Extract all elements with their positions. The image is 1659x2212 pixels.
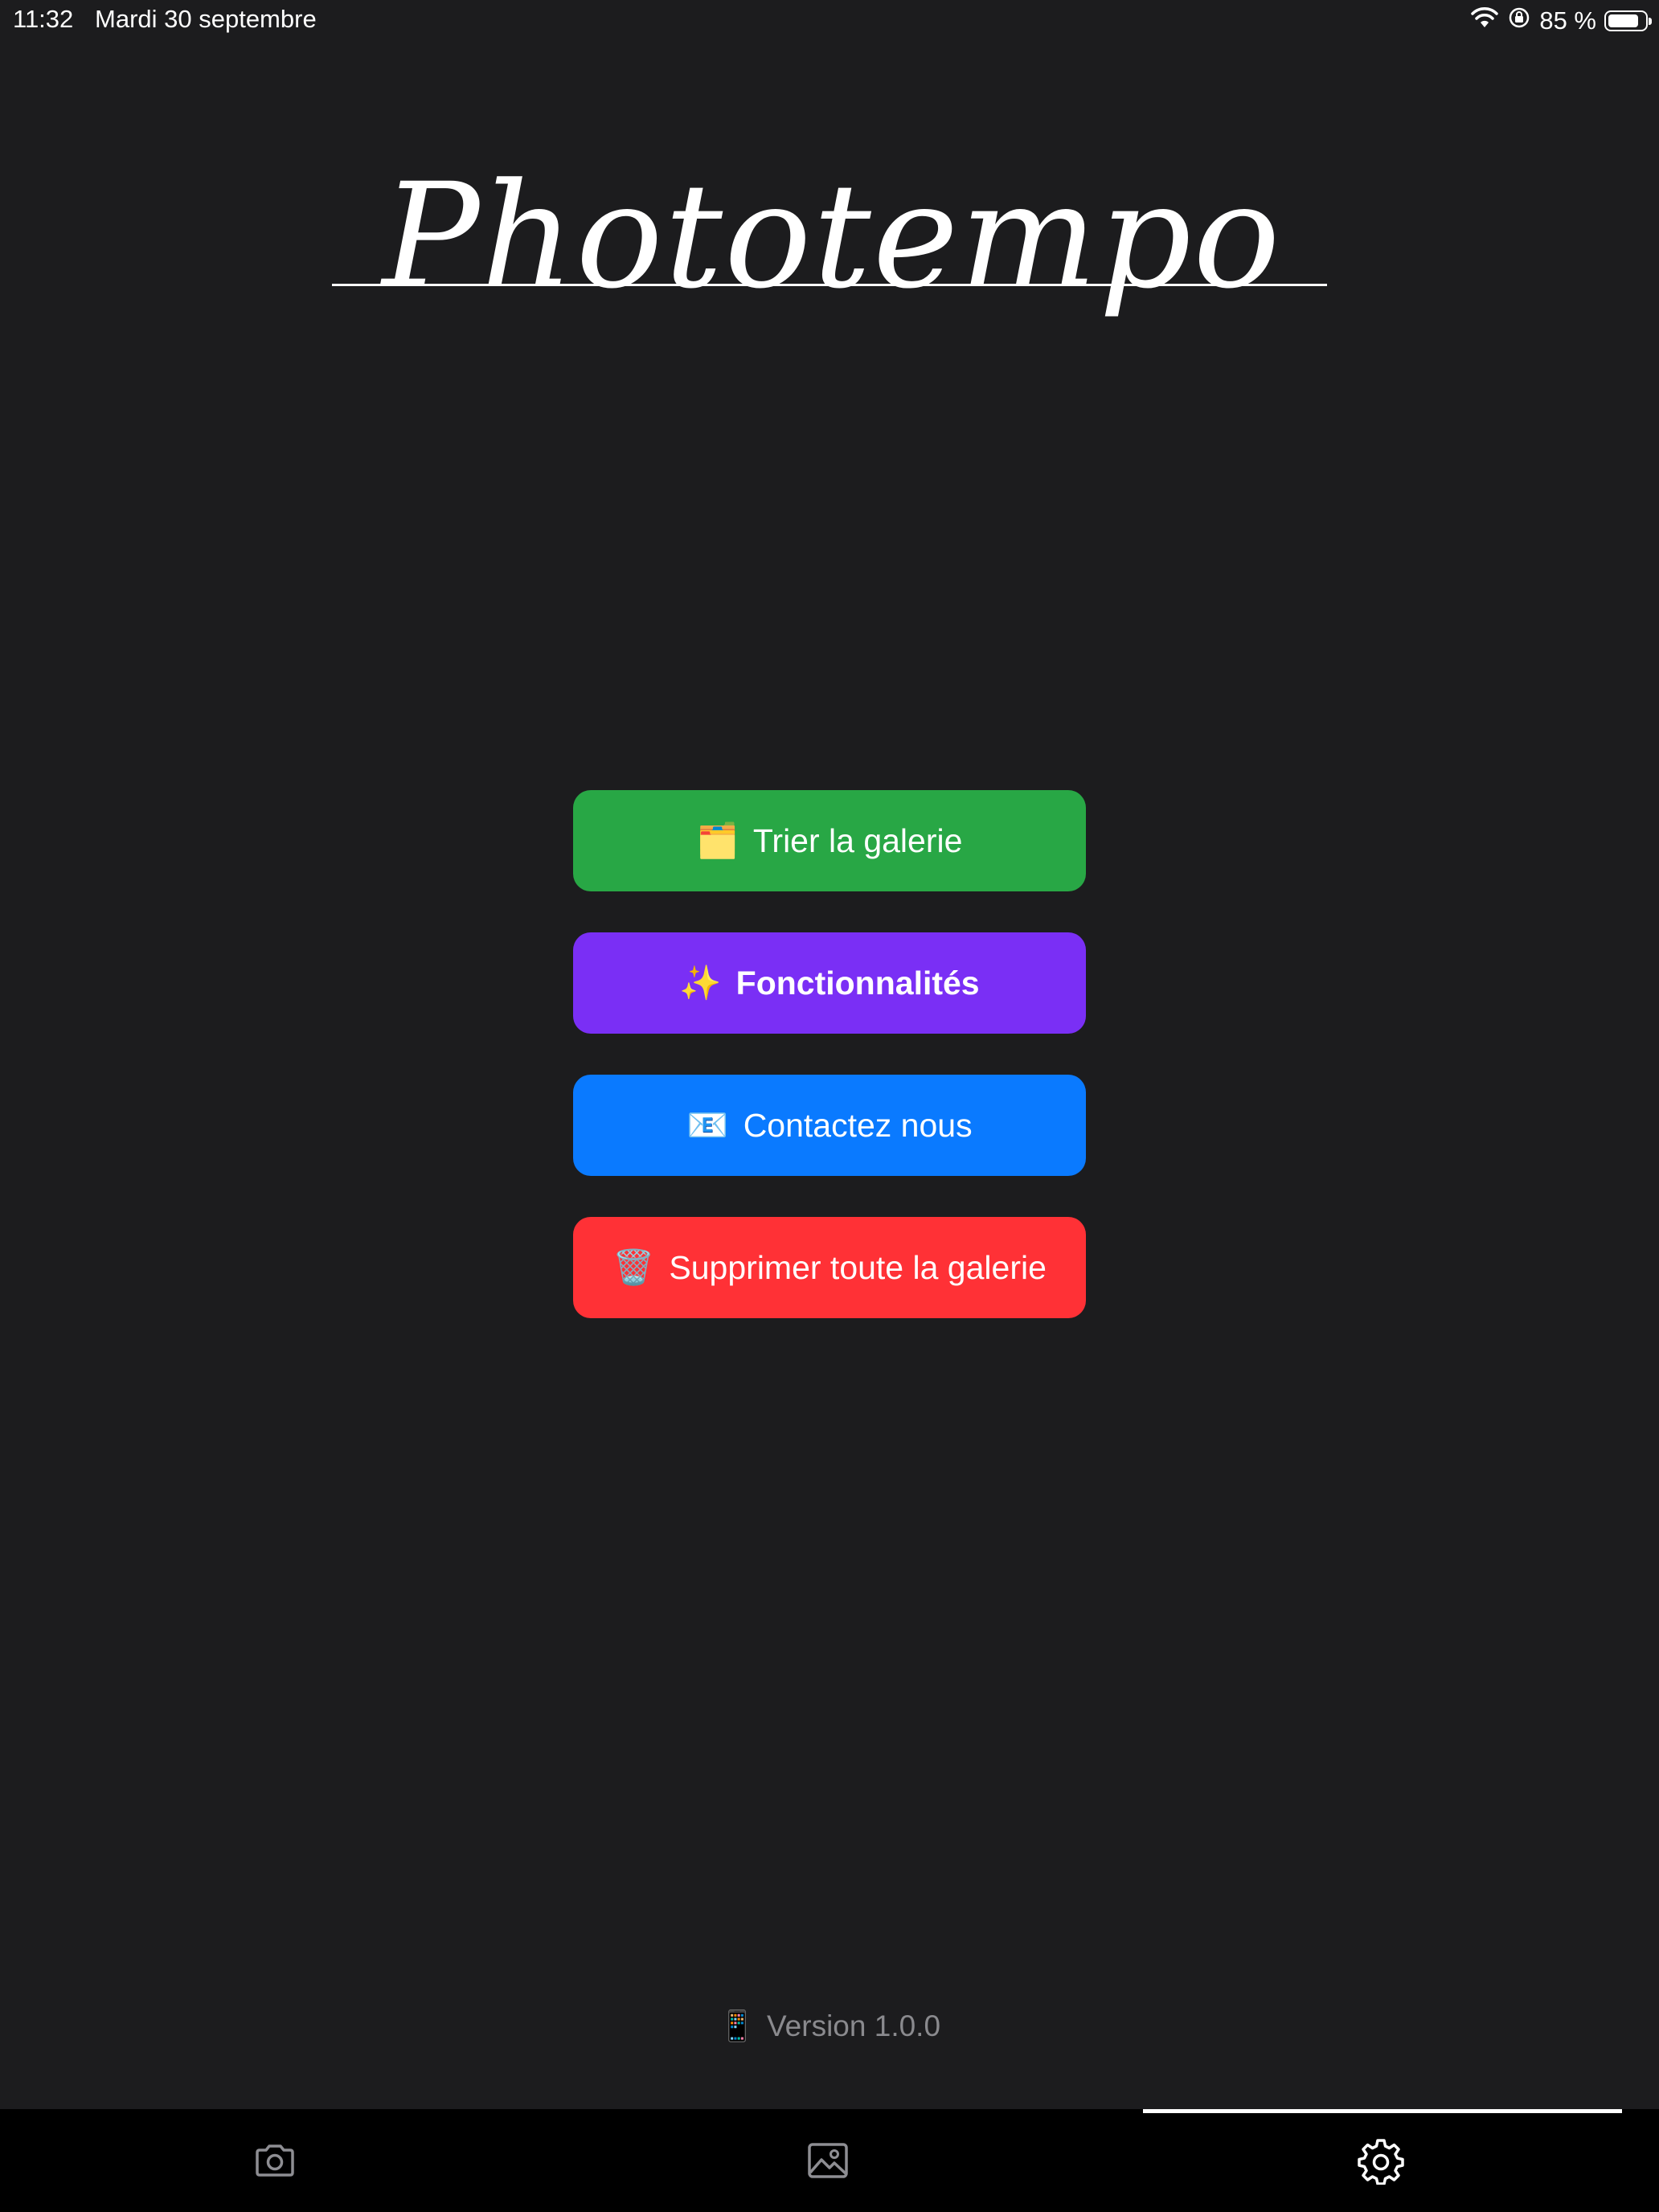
orientation-lock-icon bbox=[1507, 6, 1531, 36]
features-label: Fonctionnalités bbox=[735, 964, 980, 1002]
status-time: 11:32 bbox=[13, 5, 74, 33]
version-label: Version 1.0.0 bbox=[767, 2009, 941, 2042]
email-icon: 📧 bbox=[686, 1105, 729, 1144]
gallery-icon bbox=[808, 2143, 848, 2178]
app-logo: Phototempo bbox=[322, 104, 1342, 410]
tab-settings[interactable] bbox=[1357, 2136, 1405, 2185]
camera-icon bbox=[256, 2144, 294, 2177]
battery-fill bbox=[1608, 14, 1639, 27]
features-button[interactable]: ✨ Fonctionnalités bbox=[573, 932, 1086, 1034]
contact-button[interactable]: 📧 Contactez nous bbox=[573, 1075, 1086, 1176]
delete-all-button[interactable]: 🗑️ Supprimer toute la galerie bbox=[573, 1217, 1086, 1318]
mobile-phone-icon: 📱 bbox=[718, 2009, 756, 2042]
trash-icon: 🗑️ bbox=[612, 1247, 655, 1286]
status-bar: 11:32 Mardi 30 septembre 85 % bbox=[0, 0, 1659, 42]
active-tab-indicator bbox=[1143, 2109, 1622, 2113]
wifi-icon bbox=[1470, 6, 1499, 35]
delete-all-label: Supprimer toute la galerie bbox=[669, 1248, 1047, 1286]
status-date: Mardi 30 septembre bbox=[95, 5, 317, 33]
file-box-icon: 🗂️ bbox=[696, 821, 739, 859]
status-indicators: 85 % bbox=[1470, 5, 1652, 37]
version-info: 📱 Version 1.0.0 bbox=[0, 2009, 1659, 2044]
main-menu: 🗂️ Trier la galerie ✨ Fonctionnalités 📧 … bbox=[573, 790, 1086, 1359]
sparkles-icon: ✨ bbox=[679, 963, 722, 1002]
tab-camera[interactable] bbox=[251, 2136, 299, 2185]
tab-gallery[interactable] bbox=[804, 2136, 852, 2185]
sort-gallery-button[interactable]: 🗂️ Trier la galerie bbox=[573, 790, 1086, 891]
battery-percentage: 85 % bbox=[1539, 6, 1596, 35]
contact-label: Contactez nous bbox=[743, 1106, 973, 1144]
gear-icon bbox=[1358, 2139, 1404, 2185]
tab-bar bbox=[0, 2109, 1659, 2212]
battery-icon bbox=[1604, 10, 1652, 31]
logo-text: Phototempo bbox=[382, 153, 1282, 321]
sort-gallery-label: Trier la galerie bbox=[752, 821, 963, 859]
